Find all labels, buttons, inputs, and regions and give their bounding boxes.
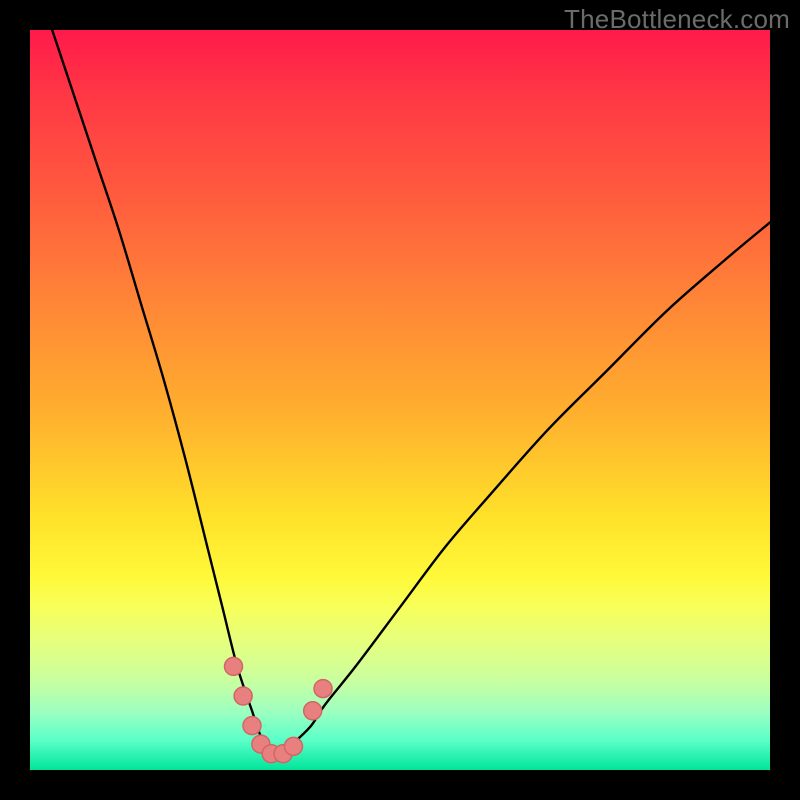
bottleneck-curve — [52, 30, 770, 756]
outer-frame: TheBottleneck.com — [0, 0, 800, 800]
highlight-dot — [314, 680, 332, 698]
watermark-text: TheBottleneck.com — [564, 4, 790, 35]
highlight-dot — [225, 657, 243, 675]
highlight-dot — [234, 687, 252, 705]
highlight-dots-group — [225, 657, 333, 762]
highlight-dot — [304, 702, 322, 720]
curve-svg — [30, 30, 770, 770]
highlight-dot — [284, 737, 302, 755]
highlight-dot — [243, 717, 261, 735]
plot-area — [30, 30, 770, 770]
